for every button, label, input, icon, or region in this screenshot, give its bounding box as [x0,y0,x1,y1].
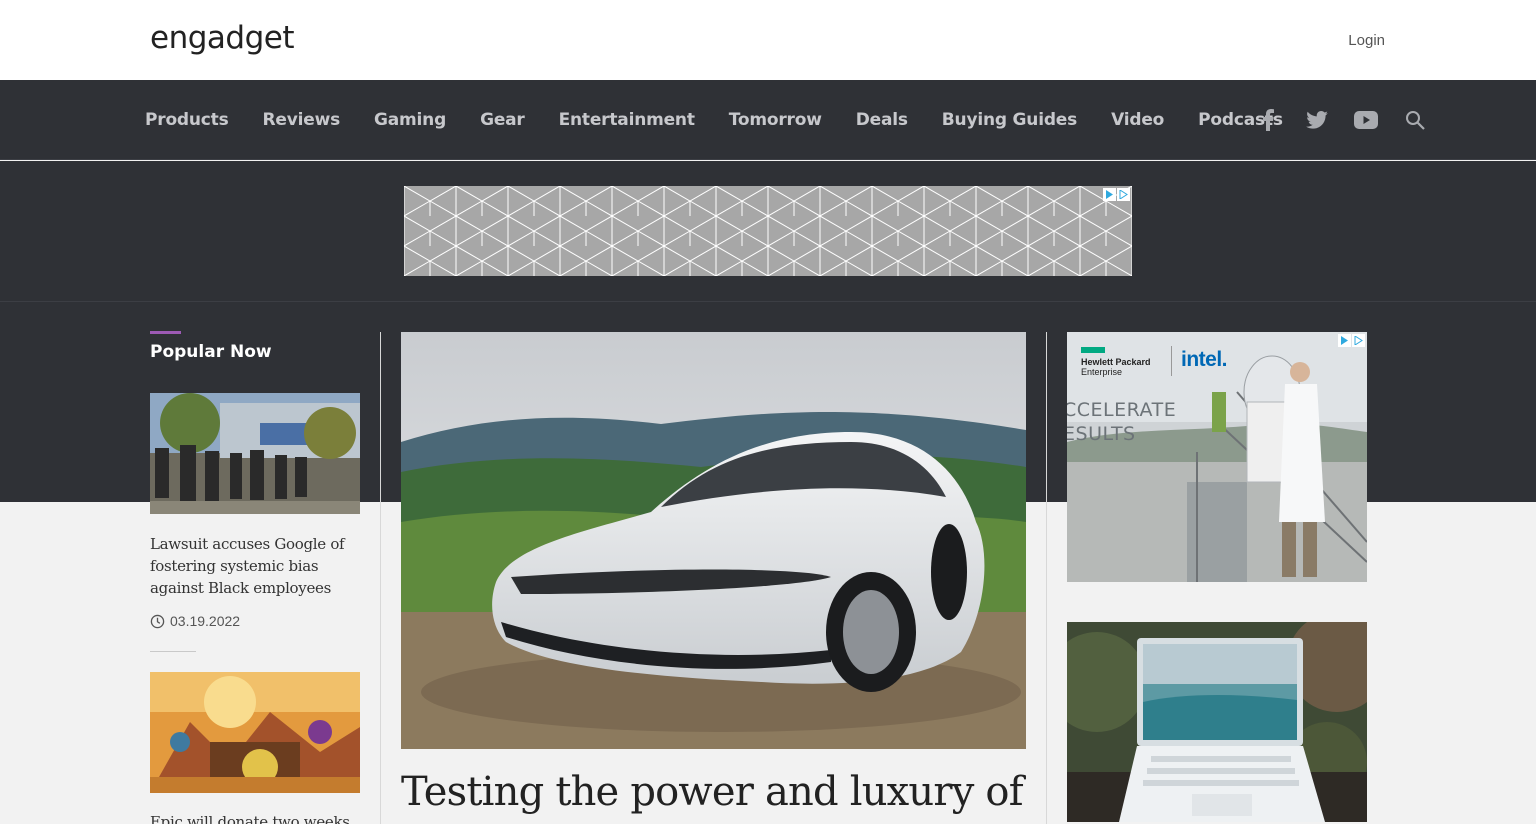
ad-slogan-line1: CCELERATE [1067,399,1177,421]
social-icons [1256,80,1427,160]
ad-close-icon [1352,334,1365,347]
popular-item-1-thumbnail[interactable] [150,393,360,514]
svg-text:engadget: engadget [150,22,294,56]
popular-item-1-headline[interactable]: Lawsuit accuses Google of fostering syst… [150,533,362,599]
ad-brand-hpe-line2: Enterprise [1081,367,1123,377]
popular-item-1-date-text: 03.19.2022 [170,613,241,629]
ad-info-icon [1103,188,1116,201]
login-link[interactable]: Login [1348,32,1385,49]
ad-brand-hpe-line1: Hewlett Packard [1081,357,1151,367]
side-ad-choices-badge[interactable] [1338,334,1365,347]
main-nav: Products Reviews Gaming Gear Entertainme… [0,80,1536,160]
ad-slogan-line2: ESULTS [1067,423,1136,445]
ad-banner[interactable] [404,186,1132,276]
ad-brand-divider [1171,346,1172,376]
popular-now-heading: Popular Now [150,342,272,362]
ad-slogan: CCELERATE ESULTS [1067,398,1176,446]
nav-item-deals[interactable]: Deals [839,110,925,130]
ad-choices-badge[interactable] [1103,188,1130,201]
clock-icon [150,614,165,628]
nav-item-video[interactable]: Video [1094,110,1181,130]
ad-info-icon [1338,334,1351,347]
side-article-image[interactable] [1067,622,1367,822]
hero-headline[interactable]: Testing the power and luxury of [401,766,1041,818]
nav-item-entertainment[interactable]: Entertainment [542,110,712,130]
hero-image[interactable] [401,332,1026,749]
engadget-logo-graphic: engadget [150,20,295,56]
popular-item-2-headline[interactable]: Epic will donate two weeks of [150,811,362,824]
facebook-icon[interactable] [1256,108,1280,132]
search-icon[interactable] [1403,108,1427,132]
ad-close-icon [1117,188,1130,201]
nav-item-gaming[interactable]: Gaming [357,110,463,130]
nav-item-reviews[interactable]: Reviews [246,110,357,130]
popular-item-separator [150,651,196,652]
top-bar: engadget Login [0,0,1536,80]
engadget-logo[interactable]: engadget [150,20,304,63]
nav-items: Products Reviews Gaming Gear Entertainme… [128,80,1300,160]
popular-item-1-date: 03.19.2022 [150,613,240,629]
ad-pattern [404,186,1132,276]
popular-accent-bar [150,331,181,334]
nav-item-gear[interactable]: Gear [463,110,542,130]
twitter-icon[interactable] [1305,108,1329,132]
side-ad[interactable]: Hewlett Packard Enterprise intel. CCELER… [1067,332,1367,582]
ad-brand-intel: intel. [1181,348,1228,371]
nav-item-products[interactable]: Products [128,110,246,130]
column-divider-left [380,332,381,824]
ad-brand-hpe: Hewlett Packard Enterprise [1081,357,1151,377]
band-divider [0,301,1536,302]
youtube-icon[interactable] [1354,108,1378,132]
column-divider-right [1046,332,1047,824]
nav-item-tomorrow[interactable]: Tomorrow [712,110,839,130]
popular-item-2-thumbnail[interactable] [150,672,360,793]
nav-item-buying-guides[interactable]: Buying Guides [925,110,1094,130]
